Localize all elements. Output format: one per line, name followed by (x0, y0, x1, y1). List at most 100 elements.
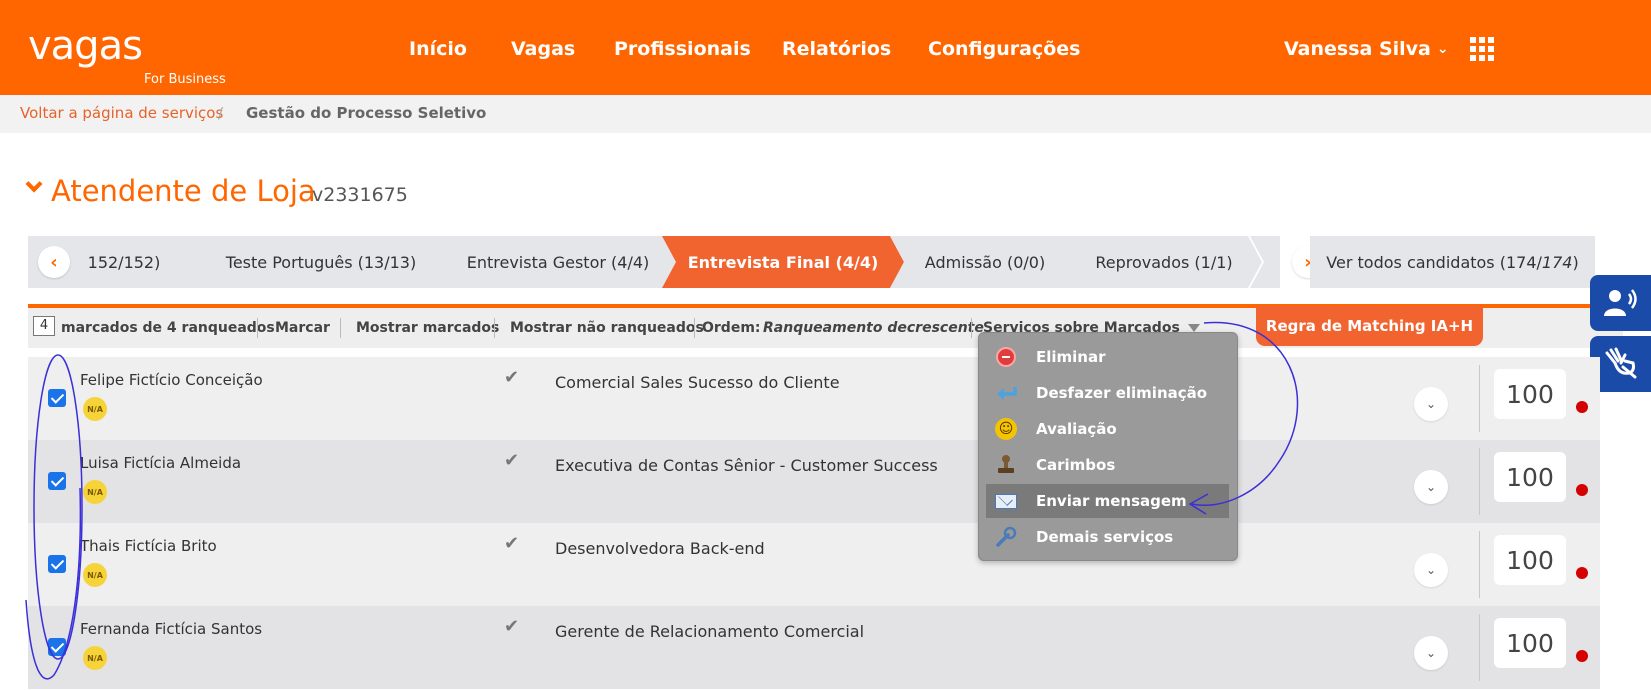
match-score: 100 (1494, 618, 1566, 668)
expand-chevron-icon[interactable]: ⌄ (1414, 470, 1448, 504)
marked-summary: marcados de 4 ranqueados (61, 320, 275, 336)
menu-item-desfazer-eliminacao[interactable]: Desfazer eliminação (986, 376, 1229, 410)
check-icon: ✔ (504, 533, 520, 554)
tab-reprovados[interactable]: Reprovados (1/1) (1066, 236, 1262, 288)
menu-item-demais-servicos[interactable]: Demais serviços (986, 520, 1229, 554)
candidate-name[interactable]: Thais Fictícia Brito (80, 537, 217, 555)
tab-admissao[interactable]: Admissão (0/0) (890, 236, 1080, 288)
undo-arrow-icon (994, 381, 1018, 405)
candidate-checkbox[interactable] (48, 389, 66, 407)
expand-chevron-icon[interactable]: ⌄ (1414, 636, 1448, 670)
logo-text: vagas (28, 23, 143, 69)
view-all-label: Ver todos candidatos (174/ (1326, 252, 1542, 272)
candidate-row[interactable]: Thais Fictícia Brito N/A ✔ Desenvolvedor… (28, 523, 1600, 606)
check-icon: ✔ (504, 367, 520, 388)
check-icon: ✔ (504, 450, 520, 471)
tab-label: Admissão (0/0) (924, 252, 1046, 272)
status-dot (1576, 484, 1588, 496)
stamp-icon (994, 453, 1018, 477)
na-badge: N/A (83, 563, 107, 587)
tab-label: Entrevista Final (4/4) (687, 252, 879, 272)
menu-item-label: Demais serviços (1036, 528, 1174, 546)
apps-grid-icon[interactable] (1470, 37, 1494, 61)
breadcrumb-back-link[interactable]: Voltar a página de serviços (20, 104, 223, 122)
toolbar-divider (971, 318, 972, 338)
tab-teste-portugues[interactable]: Teste Português (13/13) (192, 236, 450, 288)
row-divider (1479, 614, 1480, 681)
match-score: 100 (1494, 369, 1566, 419)
status-dot (1576, 650, 1588, 662)
expand-chevron-icon[interactable]: ⌄ (1414, 553, 1448, 587)
user-menu[interactable]: Vanessa Silva ⌄ (1284, 38, 1449, 60)
candidate-checkbox[interactable] (48, 472, 66, 490)
candidate-role: Desenvolvedora Back-end (555, 539, 765, 558)
show-unranked-button[interactable]: Mostrar não ranqueados (510, 320, 704, 336)
vagas-logo[interactable]: vagas For Business (28, 23, 226, 87)
candidate-role: Executiva de Contas Sênior - Customer Su… (555, 456, 938, 475)
dropdown-triangle-icon (1187, 324, 1200, 332)
matching-rule-button[interactable]: Regra de Matching IA+H (1256, 306, 1483, 346)
menu-item-label: Enviar mensagem (1036, 492, 1187, 510)
view-all-candidates-button[interactable]: Ver todos candidatos (174/174) (1310, 236, 1595, 288)
wrench-icon (994, 525, 1018, 549)
nav-relatorios[interactable]: Relatórios (782, 38, 891, 60)
chevron-down-icon: ⌄ (1436, 41, 1449, 57)
menu-item-enviar-mensagem[interactable]: Enviar mensagem (986, 484, 1229, 518)
na-badge: N/A (83, 480, 107, 504)
menu-item-avaliacao[interactable]: ☺ Avaliação (986, 412, 1229, 446)
job-title: Atendente de Loja (51, 174, 316, 208)
sign-language-hands-icon (1605, 347, 1636, 379)
candidate-checkbox[interactable] (48, 638, 66, 656)
nav-vagas[interactable]: Vagas (511, 38, 575, 60)
check-icon: ✔ (504, 616, 520, 637)
logo-subtitle: For Business (144, 72, 226, 87)
accessibility-audio-button[interactable] (1590, 275, 1651, 331)
row-divider (1479, 448, 1480, 515)
menu-item-label: Eliminar (1036, 348, 1106, 366)
na-badge: N/A (83, 646, 107, 670)
tab-label: Reprovados (1/1) (1095, 252, 1233, 272)
candidate-row[interactable]: Luisa Fictícia Almeida N/A ✔ Executiva d… (28, 440, 1600, 523)
toolbar-divider (257, 318, 258, 338)
candidate-row[interactable]: Fernanda Fictícia Santos N/A ✔ Gerente d… (28, 606, 1600, 689)
toolbar-divider (694, 318, 695, 338)
tab-divider (1280, 236, 1286, 288)
toolbar-divider (340, 318, 341, 338)
remove-icon (994, 345, 1018, 369)
nav-profissionais[interactable]: Profissionais (614, 38, 751, 60)
show-marked-button[interactable]: Mostrar marcados (356, 320, 499, 336)
envelope-icon (994, 489, 1018, 513)
expand-chevron-icon[interactable]: ⌄ (1414, 387, 1448, 421)
order-label: Ordem: (702, 320, 761, 336)
speaking-person-icon (1603, 289, 1637, 316)
view-all-total: 174 (1541, 252, 1573, 272)
breadcrumb-current: Gestão do Processo Seletivo (246, 104, 487, 122)
match-score: 100 (1494, 452, 1566, 502)
marked-count: 4 (33, 316, 55, 336)
menu-item-eliminar[interactable]: Eliminar (986, 340, 1229, 374)
order-select[interactable]: Ranqueamento decrescente (763, 320, 984, 336)
candidate-row[interactable]: Felipe Fictício Conceição N/A ✔ Comercia… (28, 357, 1600, 440)
candidate-checkbox[interactable] (48, 555, 66, 573)
tab-entrevista-final[interactable]: Entrevista Final (4/4) (662, 236, 904, 288)
tab-entrevista-gestor[interactable]: Entrevista Gestor (4/4) (434, 236, 682, 288)
mark-button[interactable]: Marcar (275, 320, 330, 336)
tab-label: Teste Português (13/13) (225, 252, 417, 272)
candidate-role: Gerente de Relacionamento Comercial (555, 622, 865, 641)
nav-inicio[interactable]: Início (409, 38, 467, 60)
candidate-name[interactable]: Fernanda Fictícia Santos (80, 620, 262, 638)
job-code: v2331675 (312, 184, 408, 206)
candidate-role: Comercial Sales Sucesso do Cliente (555, 373, 840, 392)
menu-item-label: Avaliação (1036, 420, 1117, 438)
menu-item-carimbos[interactable]: Carimbos (986, 448, 1229, 482)
row-divider (1479, 365, 1480, 432)
breadcrumb: Voltar a página de serviços / Gestão do … (0, 95, 1651, 133)
services-dropdown-menu: Eliminar Desfazer eliminação ☺ Avaliação… (978, 332, 1238, 561)
toolbar-divider (494, 318, 495, 338)
candidate-name[interactable]: Felipe Fictício Conceição (80, 371, 263, 389)
collapse-chevron-icon[interactable] (25, 175, 43, 193)
nav-configuracoes[interactable]: Configurações (928, 38, 1080, 60)
scroll-left-icon[interactable]: ‹ (38, 246, 70, 278)
candidate-name[interactable]: Luisa Fictícia Almeida (80, 454, 241, 472)
breadcrumb-separator: / (218, 104, 224, 122)
